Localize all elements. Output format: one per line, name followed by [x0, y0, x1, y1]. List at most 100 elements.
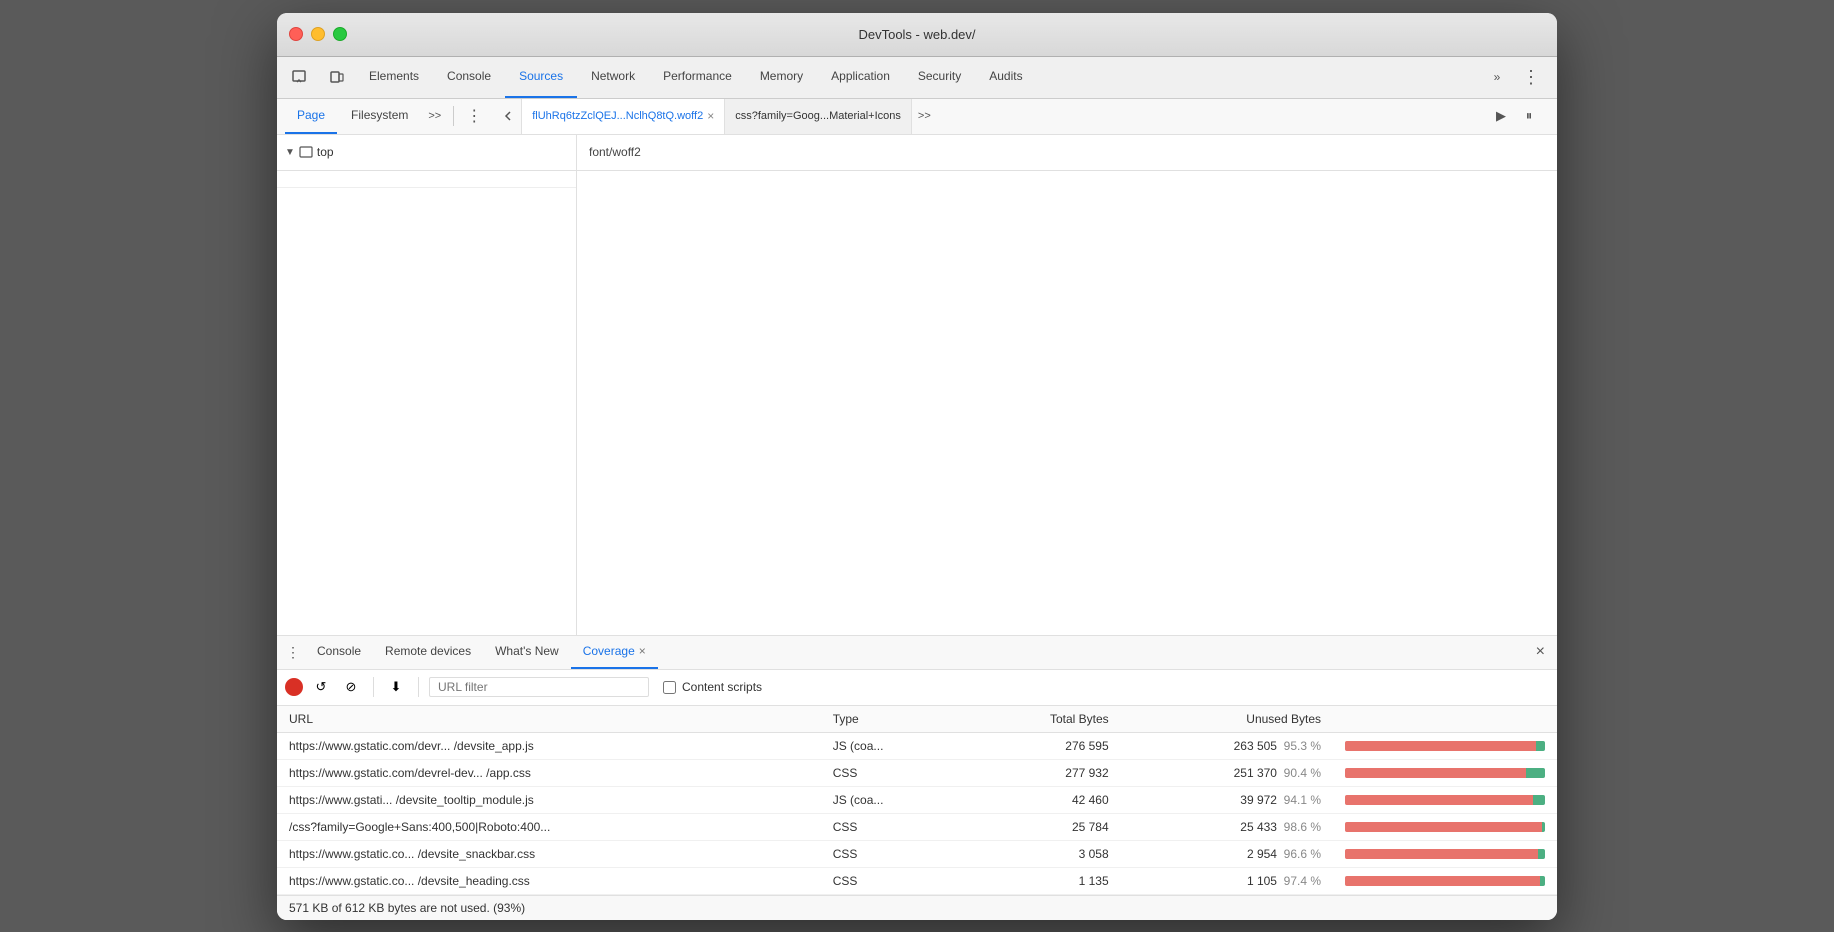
- sources-nav-options[interactable]: ⋮: [460, 106, 488, 126]
- content-scripts-checkbox-area: Content scripts: [663, 680, 762, 694]
- cell-bar: [1333, 813, 1557, 840]
- cell-unused-bytes: 39 972 94.1 %: [1121, 786, 1333, 813]
- devtools-menu-button[interactable]: ⋮: [1513, 67, 1549, 88]
- table-row[interactable]: https://www.gstatic.co... /devsite_snack…: [277, 840, 1557, 867]
- frame-icon: [299, 145, 313, 159]
- cell-bar: [1333, 867, 1557, 894]
- cell-type: CSS: [821, 813, 963, 840]
- tab-console[interactable]: Console: [433, 57, 505, 98]
- file-tree-top: ▼ top: [277, 135, 576, 171]
- drawer-tab-console[interactable]: Console: [305, 636, 373, 669]
- tab-elements[interactable]: Elements: [355, 57, 433, 98]
- cell-unused-bytes: 1 105 97.4 %: [1121, 867, 1333, 894]
- coverage-reload-button[interactable]: ↺: [309, 675, 333, 699]
- col-bar: [1333, 706, 1557, 733]
- collapse-arrow: ▼: [285, 147, 295, 158]
- tab-security[interactable]: Security: [904, 57, 975, 98]
- cell-url: https://www.gstatic.co... /devsite_snack…: [277, 840, 821, 867]
- table-row[interactable]: /css?family=Google+Sans:400,500|Roboto:4…: [277, 813, 1557, 840]
- cell-total-bytes: 3 058: [963, 840, 1121, 867]
- coverage-clear-button[interactable]: ⊘: [339, 675, 363, 699]
- file-tab-woff2-close[interactable]: ×: [707, 109, 714, 123]
- unused-bar-fill: [1345, 768, 1526, 778]
- file-breadcrumb: font/woff2: [589, 145, 641, 159]
- sources-nav-page[interactable]: Page: [285, 99, 337, 134]
- more-tabs-button[interactable]: »: [1485, 70, 1509, 84]
- tab-performance[interactable]: Performance: [649, 57, 746, 98]
- status-text: 571 KB of 612 KB bytes are not used. (93…: [289, 901, 525, 915]
- coverage-tab-close[interactable]: ×: [639, 644, 646, 658]
- col-type: Type: [821, 706, 963, 733]
- file-tree-top-item[interactable]: ▼ top: [277, 145, 342, 159]
- cell-url: https://www.gstatic.com/devrel-dev... /a…: [277, 759, 821, 786]
- cell-type: JS (coa...: [821, 732, 963, 759]
- window-title: DevTools - web.dev/: [858, 27, 975, 42]
- device-toolbar-icon[interactable]: [319, 69, 355, 85]
- col-url: URL: [277, 706, 821, 733]
- coverage-export-button[interactable]: ⬇: [384, 675, 408, 699]
- tab-memory[interactable]: Memory: [746, 57, 817, 98]
- top-label: top: [317, 145, 334, 159]
- cell-unused-bytes: 263 505 95.3 %: [1121, 732, 1333, 759]
- tab-application[interactable]: Application: [817, 57, 904, 98]
- pause-button[interactable]: ⏸: [1517, 104, 1541, 128]
- cell-type: CSS: [821, 867, 963, 894]
- main-area: ▼ top font/woff2: [277, 135, 1557, 635]
- used-bar-fill: [1538, 849, 1545, 859]
- used-bar-fill: [1526, 768, 1545, 778]
- drawer-tab-whats-new[interactable]: What's New: [483, 636, 571, 669]
- inspector-icon[interactable]: [281, 69, 317, 85]
- usage-bar: [1345, 849, 1545, 859]
- tab-audits[interactable]: Audits: [975, 57, 1036, 98]
- col-total-bytes: Total Bytes: [963, 706, 1121, 733]
- status-bar: 571 KB of 612 KB bytes are not used. (93…: [277, 895, 1557, 920]
- tab-sources[interactable]: Sources: [505, 57, 577, 98]
- used-bar-fill: [1540, 876, 1545, 886]
- col-unused-bytes: Unused Bytes: [1121, 706, 1333, 733]
- drawer-close-button[interactable]: ×: [1528, 643, 1553, 661]
- devtools-tab-bar: Elements Console Sources Network Perform…: [277, 57, 1557, 99]
- cell-url: /css?family=Google+Sans:400,500|Roboto:4…: [277, 813, 821, 840]
- table-row[interactable]: https://www.gstatic.co... /devsite_headi…: [277, 867, 1557, 894]
- drawer-menu-button[interactable]: ⋮: [281, 644, 305, 661]
- table-row[interactable]: https://www.gstatic.com/devr... /devsite…: [277, 732, 1557, 759]
- drawer-tab-coverage[interactable]: Coverage ×: [571, 636, 658, 669]
- file-tabs-more[interactable]: >>: [912, 110, 937, 122]
- cell-url: https://www.gstatic.co... /devsite_headi…: [277, 867, 821, 894]
- devtools-window: DevTools - web.dev/ Elements Console: [277, 13, 1557, 920]
- cell-bar: [1333, 759, 1557, 786]
- cell-unused-bytes: 25 433 98.6 %: [1121, 813, 1333, 840]
- coverage-panel: ↺ ⊘ ⬇ Content scripts URL Type Total Byt: [277, 670, 1557, 895]
- unused-bar-fill: [1345, 822, 1542, 832]
- sources-nav-more[interactable]: >>: [422, 110, 447, 122]
- file-tab-css-icons[interactable]: css?family=Goog...Material+Icons: [725, 99, 912, 134]
- sources-nav-filesystem[interactable]: Filesystem: [339, 99, 420, 134]
- file-tab-woff2[interactable]: flUhRq6tzZclQEJ...NclhQ8tQ.woff2 ×: [522, 99, 725, 134]
- used-bar-fill: [1536, 741, 1545, 751]
- tab-network[interactable]: Network: [577, 57, 649, 98]
- file-content-area: [577, 171, 1557, 635]
- maximize-button[interactable]: [333, 27, 347, 41]
- cell-bar: [1333, 786, 1557, 813]
- minimize-button[interactable]: [311, 27, 325, 41]
- cell-url: https://www.gstatic.com/devr... /devsite…: [277, 732, 821, 759]
- drawer: ⋮ Console Remote devices What's New Cove…: [277, 635, 1557, 920]
- table-row[interactable]: https://www.gstatic.com/devrel-dev... /a…: [277, 759, 1557, 786]
- sources-nav-bar: Page Filesystem >> ⋮ flUhRq6tzZclQEJ...N…: [277, 99, 1557, 135]
- close-button[interactable]: [289, 27, 303, 41]
- cell-unused-bytes: 251 370 90.4 %: [1121, 759, 1333, 786]
- content-scripts-checkbox[interactable]: [663, 681, 676, 694]
- usage-bar: [1345, 768, 1545, 778]
- unused-bar-fill: [1345, 795, 1533, 805]
- toolbar-separator-1: [373, 677, 374, 697]
- run-snippet-button[interactable]: ▶: [1489, 104, 1513, 128]
- drawer-tab-remote-devices[interactable]: Remote devices: [373, 636, 483, 669]
- unused-bar-fill: [1345, 741, 1536, 751]
- table-row[interactable]: https://www.gstati... /devsite_tooltip_m…: [277, 786, 1557, 813]
- coverage-record-button[interactable]: [285, 678, 303, 696]
- file-tab-back-button[interactable]: [494, 99, 522, 134]
- cell-total-bytes: 1 135: [963, 867, 1121, 894]
- url-filter-input[interactable]: [429, 677, 649, 697]
- cell-bar: [1333, 840, 1557, 867]
- used-bar-fill: [1533, 795, 1545, 805]
